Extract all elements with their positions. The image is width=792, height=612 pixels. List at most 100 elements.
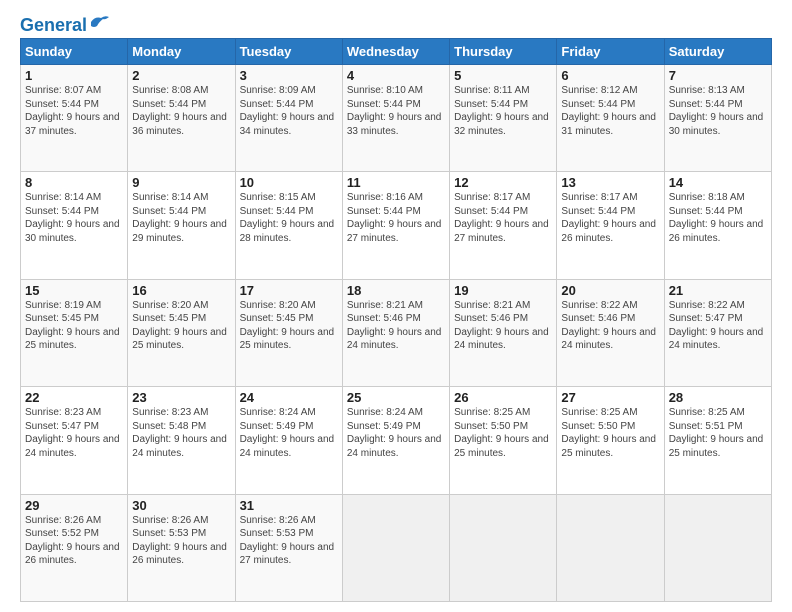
day-number: 27 [561,390,659,405]
day-number: 4 [347,68,445,83]
calendar-cell: 22 Sunrise: 8:23 AMSunset: 5:47 PMDayligh… [21,387,128,494]
cell-info: Sunrise: 8:19 AMSunset: 5:45 PMDaylight:… [25,300,120,352]
cell-info: Sunrise: 8:10 AMSunset: 5:44 PMDaylight:… [347,85,442,137]
day-number: 14 [669,175,767,190]
cell-info: Sunrise: 8:24 AMSunset: 5:49 PMDaylight:… [347,407,442,459]
cell-info: Sunrise: 8:22 AMSunset: 5:47 PMDaylight:… [669,300,764,352]
col-header-wednesday: Wednesday [342,39,449,65]
cell-info: Sunrise: 8:07 AMSunset: 5:44 PMDaylight:… [25,85,120,137]
calendar-cell: 28 Sunrise: 8:25 AMSunset: 5:51 PMDayligh… [664,387,771,494]
day-number: 19 [454,283,552,298]
day-number: 6 [561,68,659,83]
day-number: 23 [132,390,230,405]
calendar-cell: 12 Sunrise: 8:17 AMSunset: 5:44 PMDayligh… [450,172,557,279]
day-number: 8 [25,175,123,190]
header: General [20,16,772,30]
cell-info: Sunrise: 8:18 AMSunset: 5:44 PMDaylight:… [669,192,764,244]
cell-info: Sunrise: 8:13 AMSunset: 5:44 PMDaylight:… [669,85,764,137]
day-number: 20 [561,283,659,298]
cell-info: Sunrise: 8:15 AMSunset: 5:44 PMDaylight:… [240,192,335,244]
calendar-cell: 25 Sunrise: 8:24 AMSunset: 5:49 PMDayligh… [342,387,449,494]
day-number: 3 [240,68,338,83]
day-number: 29 [25,498,123,513]
cell-info: Sunrise: 8:21 AMSunset: 5:46 PMDaylight:… [347,300,442,352]
calendar-week-3: 22 Sunrise: 8:23 AMSunset: 5:47 PMDayligh… [21,387,772,494]
calendar-cell: 29Sunrise: 8:26 AMSunset: 5:52 PMDayligh… [21,494,128,601]
cell-info: Sunrise: 8:08 AMSunset: 5:44 PMDaylight:… [132,85,227,137]
cell-info: Sunrise: 8:20 AMSunset: 5:45 PMDaylight:… [132,300,227,352]
page: General SundayMondayTuesdayWednesdayThur… [0,0,792,612]
calendar-week-2: 15 Sunrise: 8:19 AMSunset: 5:45 PMDayligh… [21,279,772,386]
day-number: 30 [132,498,230,513]
calendar-cell [557,494,664,601]
cell-info: Sunrise: 8:26 AMSunset: 5:53 PMDaylight:… [240,515,335,567]
day-number: 18 [347,283,445,298]
calendar-cell: 18 Sunrise: 8:21 AMSunset: 5:46 PMDayligh… [342,279,449,386]
col-header-friday: Friday [557,39,664,65]
calendar-cell: 3 Sunrise: 8:09 AMSunset: 5:44 PMDaylight… [235,65,342,172]
calendar-cell: 11Sunrise: 8:16 AMSunset: 5:44 PMDayligh… [342,172,449,279]
logo: General [20,16,111,30]
calendar-week-0: 1 Sunrise: 8:07 AMSunset: 5:44 PMDaylight… [21,65,772,172]
calendar-cell: 19Sunrise: 8:21 AMSunset: 5:46 PMDayligh… [450,279,557,386]
cell-info: Sunrise: 8:17 AMSunset: 5:44 PMDaylight:… [561,192,656,244]
cell-info: Sunrise: 8:25 AMSunset: 5:50 PMDaylight:… [561,407,656,459]
day-number: 7 [669,68,767,83]
day-number: 16 [132,283,230,298]
day-number: 31 [240,498,338,513]
calendar-cell: 31 Sunrise: 8:26 AMSunset: 5:53 PMDayligh… [235,494,342,601]
cell-info: Sunrise: 8:09 AMSunset: 5:44 PMDaylight:… [240,85,335,137]
col-header-monday: Monday [128,39,235,65]
calendar-cell: 6Sunrise: 8:12 AMSunset: 5:44 PMDaylight… [557,65,664,172]
day-number: 24 [240,390,338,405]
day-number: 26 [454,390,552,405]
calendar-cell: 13 Sunrise: 8:17 AMSunset: 5:44 PMDayligh… [557,172,664,279]
day-number: 5 [454,68,552,83]
cell-info: Sunrise: 8:16 AMSunset: 5:44 PMDaylight:… [347,192,442,244]
calendar-cell [342,494,449,601]
calendar-cell: 4 Sunrise: 8:10 AMSunset: 5:44 PMDaylight… [342,65,449,172]
calendar-cell: 14 Sunrise: 8:18 AMSunset: 5:44 PMDayligh… [664,172,771,279]
cell-info: Sunrise: 8:23 AMSunset: 5:48 PMDaylight:… [132,407,227,459]
day-number: 13 [561,175,659,190]
day-number: 17 [240,283,338,298]
cell-info: Sunrise: 8:14 AMSunset: 5:44 PMDaylight:… [132,192,227,244]
logo-text: General [20,16,87,34]
day-number: 21 [669,283,767,298]
cell-info: Sunrise: 8:25 AMSunset: 5:50 PMDaylight:… [454,407,549,459]
calendar-cell: 8 Sunrise: 8:14 AMSunset: 5:44 PMDaylight… [21,172,128,279]
cell-info: Sunrise: 8:14 AMSunset: 5:44 PMDaylight:… [25,192,120,244]
calendar-cell: 1 Sunrise: 8:07 AMSunset: 5:44 PMDaylight… [21,65,128,172]
calendar-header-row: SundayMondayTuesdayWednesdayThursdayFrid… [21,39,772,65]
calendar-cell: 7 Sunrise: 8:13 AMSunset: 5:44 PMDaylight… [664,65,771,172]
cell-info: Sunrise: 8:26 AMSunset: 5:53 PMDaylight:… [132,515,227,567]
calendar-cell: 26 Sunrise: 8:25 AMSunset: 5:50 PMDayligh… [450,387,557,494]
day-number: 12 [454,175,552,190]
day-number: 10 [240,175,338,190]
day-number: 25 [347,390,445,405]
calendar-table: SundayMondayTuesdayWednesdayThursdayFrid… [20,38,772,602]
calendar-cell [450,494,557,601]
cell-info: Sunrise: 8:22 AMSunset: 5:46 PMDaylight:… [561,300,656,352]
cell-info: Sunrise: 8:24 AMSunset: 5:49 PMDaylight:… [240,407,335,459]
col-header-sunday: Sunday [21,39,128,65]
day-number: 22 [25,390,123,405]
calendar-cell: 9 Sunrise: 8:14 AMSunset: 5:44 PMDaylight… [128,172,235,279]
day-number: 15 [25,283,123,298]
day-number: 9 [132,175,230,190]
day-number: 2 [132,68,230,83]
col-header-saturday: Saturday [664,39,771,65]
logo-general: General [20,15,87,35]
calendar-cell [664,494,771,601]
calendar-cell: 15 Sunrise: 8:19 AMSunset: 5:45 PMDayligh… [21,279,128,386]
cell-info: Sunrise: 8:23 AMSunset: 5:47 PMDaylight:… [25,407,120,459]
day-number: 28 [669,390,767,405]
cell-info: Sunrise: 8:25 AMSunset: 5:51 PMDaylight:… [669,407,764,459]
day-number: 1 [25,68,123,83]
cell-info: Sunrise: 8:17 AMSunset: 5:44 PMDaylight:… [454,192,549,244]
calendar-cell: 27 Sunrise: 8:25 AMSunset: 5:50 PMDayligh… [557,387,664,494]
col-header-tuesday: Tuesday [235,39,342,65]
logo-bird-icon [89,14,111,32]
cell-info: Sunrise: 8:11 AMSunset: 5:44 PMDaylight:… [454,85,549,137]
calendar-cell: 21 Sunrise: 8:22 AMSunset: 5:47 PMDayligh… [664,279,771,386]
